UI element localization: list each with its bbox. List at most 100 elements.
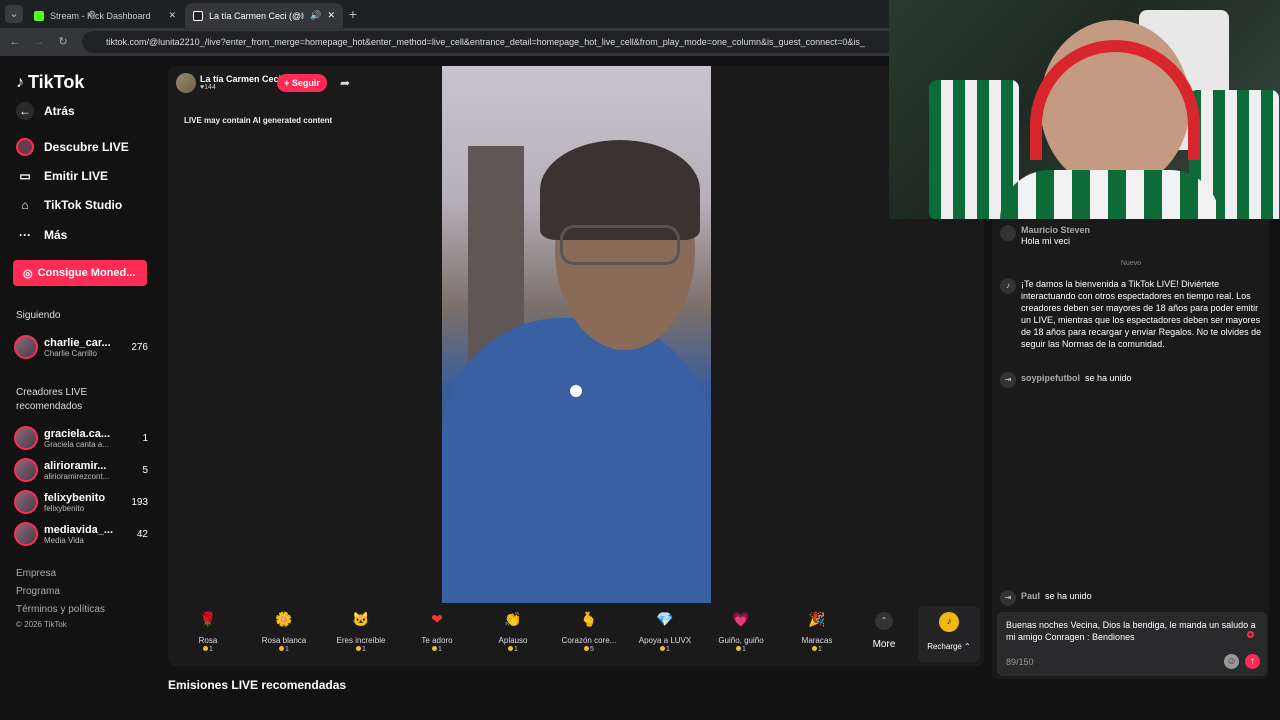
browser-tab-kick[interactable]: Stream - Kick Dashboard ✕ xyxy=(26,3,184,28)
gift-item[interactable]: 💎 Apoya a LUVX 1 xyxy=(628,606,702,662)
avatar xyxy=(14,458,38,482)
gift-item[interactable]: 🎉 Maracas 1 xyxy=(780,606,854,662)
gift-name: Eres increíble xyxy=(336,636,386,645)
chat-username[interactable]: Mauricio Steven xyxy=(1021,225,1090,235)
browser-tab-bar: ⌄ Stream - Kick Dashboard ✕ La tía Carme… xyxy=(0,0,890,28)
chat-username[interactable]: soypipefutbol xyxy=(1021,373,1080,383)
tab-list-chevron-icon[interactable]: ⌄ xyxy=(5,5,23,23)
recharge-button[interactable]: ♪ Recharge ⌃ xyxy=(918,606,980,662)
gift-item[interactable]: ❤ Te adoro 1 xyxy=(400,606,474,662)
send-button[interactable]: ↑ xyxy=(1245,654,1260,669)
gift-name: Rosa xyxy=(198,636,218,645)
footer-link-programa[interactable]: Programa xyxy=(16,586,60,597)
chat-input-text[interactable]: Buenas noches Vecina, Dios la bendiga, l… xyxy=(1006,619,1260,643)
back-link[interactable]: ← Atrás xyxy=(16,102,75,120)
following-title: Siguiendo xyxy=(16,310,61,321)
browser-tab-tiktok[interactable]: La tía Carmen Ceci (@lunita 🔊 ✕ xyxy=(185,3,343,28)
close-icon[interactable]: ✕ xyxy=(327,10,335,21)
nav-discover-live[interactable]: Descubre LIVE xyxy=(16,138,129,156)
follow-button[interactable]: + Seguir xyxy=(277,74,327,92)
back-arrow-icon[interactable]: ← xyxy=(7,34,23,50)
finger-heart-icon: 🫰 xyxy=(580,611,598,627)
cursor-dot xyxy=(570,385,582,397)
nav-label: Más xyxy=(44,228,68,242)
new-tab-icon[interactable]: + xyxy=(344,5,362,23)
ai-content-notice: LIVE may contain AI generated content xyxy=(184,116,333,125)
kick-icon xyxy=(34,10,44,21)
share-icon[interactable]: ➦ xyxy=(340,76,350,90)
tab-label: Stream - Kick Dashboard xyxy=(50,10,151,21)
footer-link-terms[interactable]: Términos y políticas xyxy=(16,604,105,615)
url-input[interactable]: tiktok.com/@lunita2210_/live?enter_from_… xyxy=(82,31,890,53)
recommended-lives-title: Emisiones LIVE recomendadas xyxy=(168,678,347,692)
creator-name: charlie_car... xyxy=(44,336,111,349)
gift-item[interactable]: 🐱 Eres increíble 1 xyxy=(324,606,398,662)
recommended-title-2: recomendados xyxy=(16,401,83,412)
chat-message: Mauricio Steven Hola mi veci xyxy=(1000,225,1262,247)
tiktok-logo[interactable]: ♪ TikTok xyxy=(16,72,84,93)
maracas-icon: 🎉 xyxy=(808,611,826,627)
gift-price: 1 xyxy=(704,646,778,653)
sidebar-creator-item[interactable]: felixybenito felixybenito 193 xyxy=(14,487,148,517)
chat-text: Hola mi veci xyxy=(1021,236,1071,246)
nav-label: Descubre LIVE xyxy=(44,140,129,154)
creator-sub: Graciela canta a... xyxy=(44,439,109,449)
gift-item[interactable]: 🫰 Corazón core... 5 xyxy=(552,606,626,662)
chat-username[interactable]: Paul xyxy=(1021,591,1040,601)
gift-item[interactable]: 👏 Aplauso 1 xyxy=(476,606,550,662)
white-rose-icon: 🌼 xyxy=(275,611,293,627)
gift-price: 1 xyxy=(476,646,550,653)
coin-icon: ◎ xyxy=(23,267,33,280)
viewer-count: 42 xyxy=(136,528,148,540)
sidebar-creator-item[interactable]: graciela.ca... Graciela canta a... 1 xyxy=(14,423,148,453)
video-person-glasses xyxy=(560,225,680,265)
host-name[interactable]: La tía Carmen Ceci xyxy=(200,74,281,84)
sidebar-creator-item[interactable]: mediavida_... Media Vida 42 xyxy=(14,519,148,549)
tiktok-icon xyxy=(193,10,203,21)
footer-link-empresa[interactable]: Empresa xyxy=(16,568,56,579)
avatar xyxy=(14,490,38,514)
gift-price: 1 xyxy=(628,646,702,653)
avatar xyxy=(14,522,38,546)
forward-arrow-icon[interactable]: → xyxy=(31,34,47,50)
chat-message: ♪ ¡Te damos la bienvenida a TikTok LIVE!… xyxy=(1000,278,1262,350)
creator-sub: Charlie Carrillo xyxy=(44,348,97,358)
chat-message: ⇥ soypipefutbol se ha unido xyxy=(1000,372,1262,388)
gift-item[interactable]: 🌹 Rosa 1 xyxy=(171,606,245,662)
gift-item[interactable]: 🌼 Rosa blanca 1 xyxy=(247,606,321,662)
site-info-icon[interactable]: ⚙ xyxy=(88,9,96,20)
chat-message: ⇥ Paul se ha unido xyxy=(1000,590,1262,606)
reload-icon[interactable]: ↻ xyxy=(55,34,71,50)
host-avatar[interactable] xyxy=(176,73,196,93)
nav-go-live[interactable]: ▭ Emitir LIVE xyxy=(16,167,108,185)
more-gifts-button[interactable]: ⌃ More xyxy=(866,612,902,650)
live-avatar-icon xyxy=(16,138,34,156)
gift-name: Guiño, guiño xyxy=(718,636,764,645)
new-divider: Nuevo xyxy=(1120,260,1142,267)
nav-tiktok-studio[interactable]: ⌂ TikTok Studio xyxy=(16,196,122,214)
gift-price: 1 xyxy=(324,646,398,653)
viewer-count: 276 xyxy=(131,341,148,353)
coin-icon: ♪ xyxy=(939,612,959,632)
video-person-shirt xyxy=(442,318,711,603)
back-arrow-icon: ← xyxy=(16,102,34,120)
emoji-icon[interactable]: ☺ xyxy=(1224,654,1239,669)
coins-label: Consigue Moned... xyxy=(37,267,136,279)
sidebar-creator-item[interactable]: charlie_car... Charlie Carrillo 276 xyxy=(14,332,148,362)
creator-sub: Media Vida xyxy=(44,535,84,545)
tab-label: La tía Carmen Ceci (@lunita xyxy=(209,10,304,21)
home-icon: ⌂ xyxy=(21,198,29,212)
gift-name: Corazón core... xyxy=(561,636,617,645)
rose-icon: 🌹 xyxy=(199,611,217,627)
gift-price: 1 xyxy=(171,646,245,653)
speaker-icon[interactable]: 🔊 xyxy=(310,10,321,21)
gift-item[interactable]: 💗 Guiño, guiño 1 xyxy=(704,606,778,662)
join-icon: ⇥ xyxy=(1000,372,1016,388)
get-coins-button[interactable]: ◎ Consigue Moned... xyxy=(13,260,147,286)
gift-name: Te adoro xyxy=(421,636,453,645)
creator-name: felixybenito xyxy=(44,491,106,504)
close-icon[interactable]: ✕ xyxy=(168,10,176,21)
sidebar-creator-item[interactable]: alirioramir... alirioramirezcont... 5 xyxy=(14,455,148,485)
back-label: Atrás xyxy=(44,104,75,118)
nav-more[interactable]: ··· Más xyxy=(16,226,67,244)
